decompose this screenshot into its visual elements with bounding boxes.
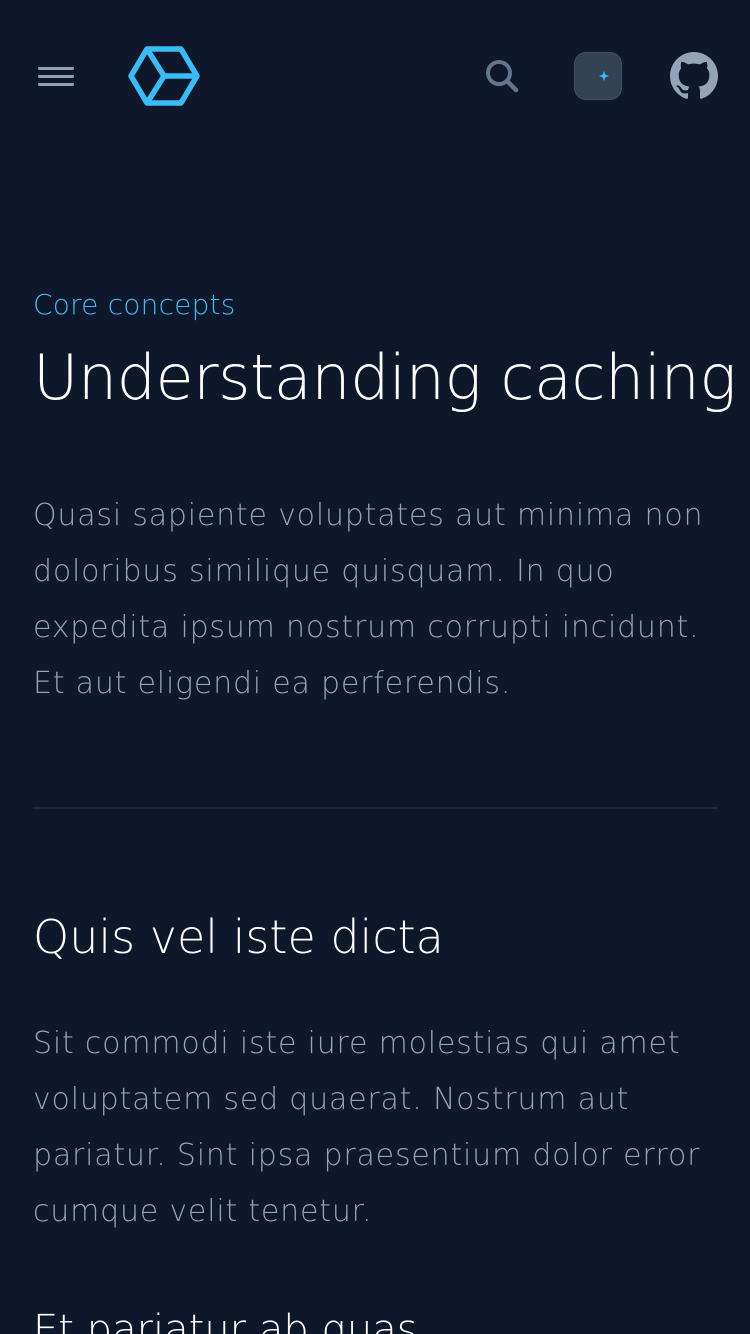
home-logo-link[interactable] — [128, 44, 200, 108]
search-icon — [486, 60, 519, 93]
search-button[interactable] — [478, 52, 526, 100]
section-heading-2: Et pariatur ab quas — [33, 1307, 418, 1334]
lead-paragraph: Quasi sapiente voluptates aut minima non… — [33, 498, 704, 701]
moon-sparkle-icon — [586, 65, 609, 87]
hamburger-menu-icon — [38, 67, 74, 86]
github-icon — [670, 52, 718, 99]
page-title: Understanding caching — [33, 341, 737, 414]
section-paragraph: Sit commodi iste iure molestias qui amet… — [33, 1026, 701, 1229]
divider — [33, 807, 718, 809]
hexagon-logo-icon — [128, 46, 200, 106]
section-eyebrow: Core concepts — [33, 288, 236, 321]
menu-button[interactable] — [32, 52, 80, 100]
theme-toggle-button[interactable] — [574, 52, 622, 100]
top-navigation — [0, 0, 750, 152]
github-link[interactable] — [670, 52, 718, 100]
section-heading: Quis vel iste dicta — [33, 910, 444, 964]
